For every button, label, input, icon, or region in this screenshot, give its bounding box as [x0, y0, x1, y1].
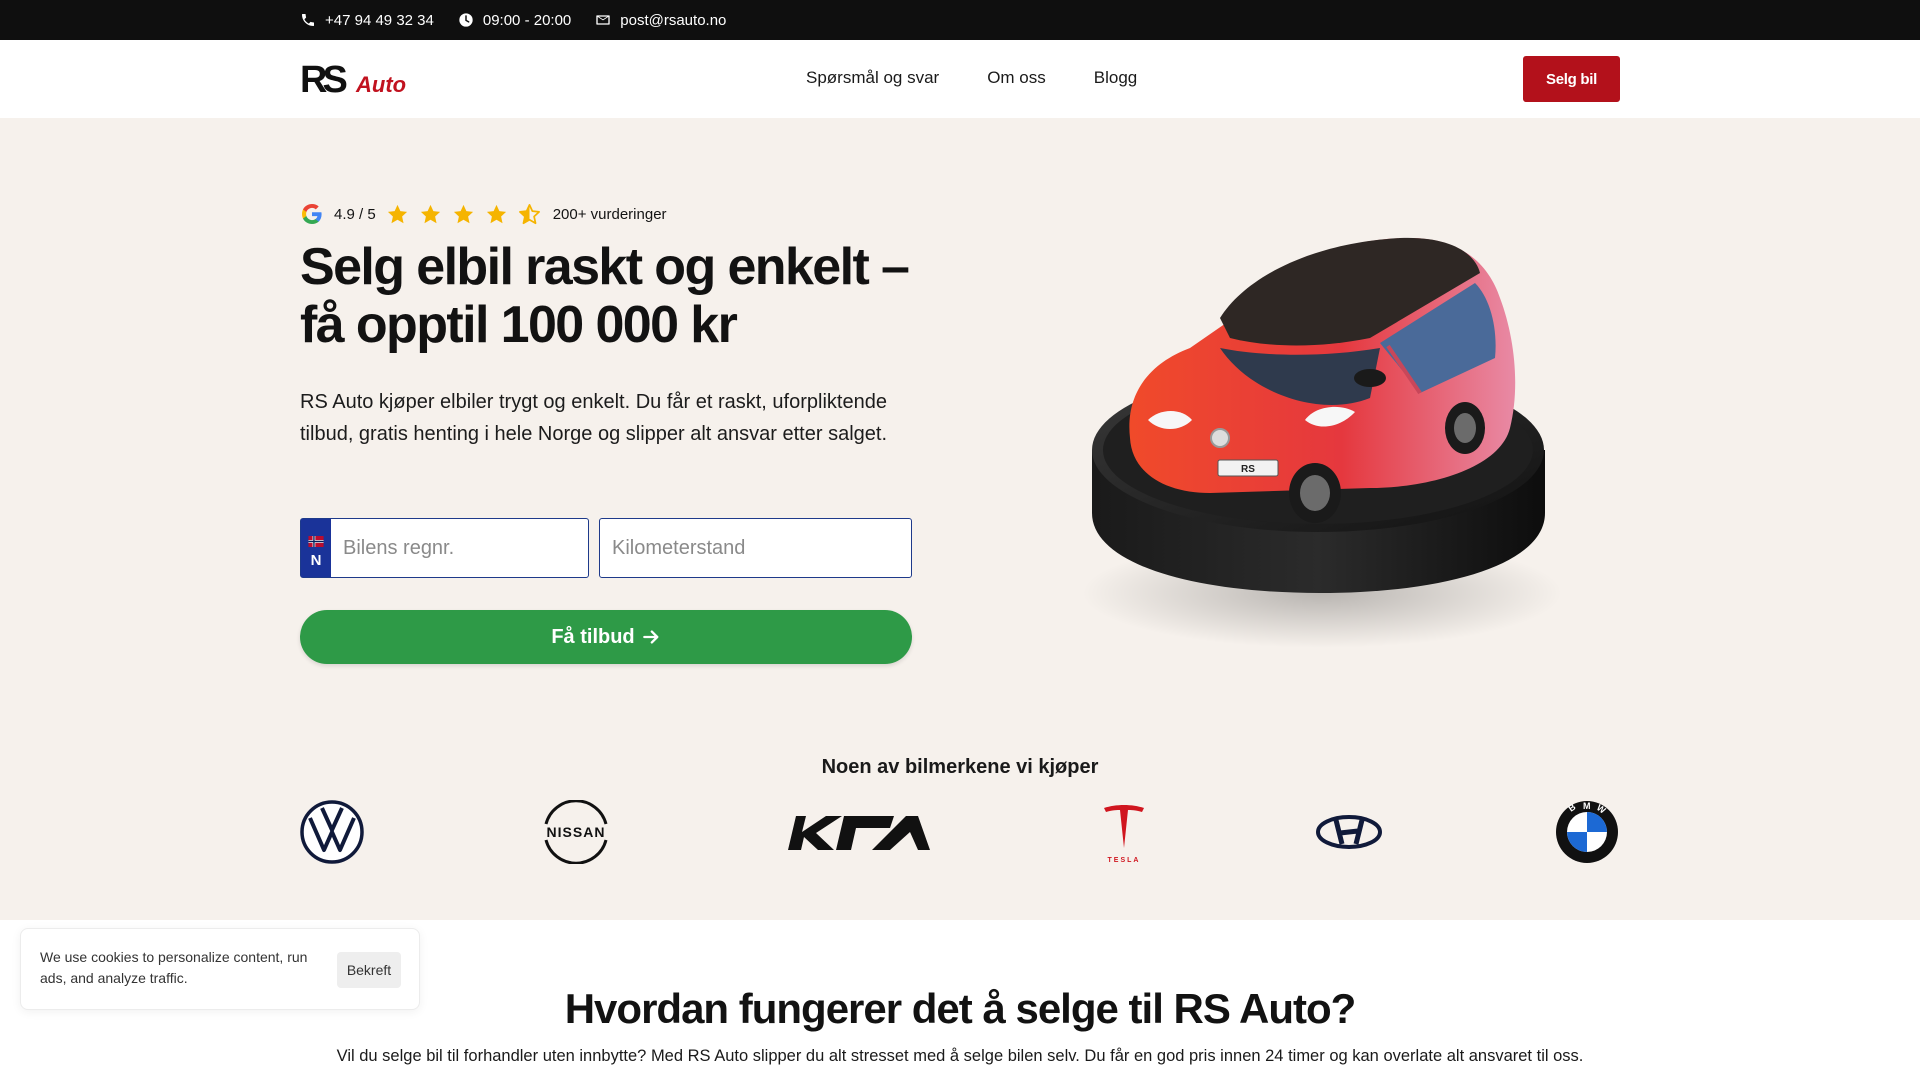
car-on-pedestal-image: RS	[1082, 237, 1562, 648]
nav-link-about[interactable]: Om oss	[987, 68, 1046, 88]
cookie-confirm-button[interactable]: Bekreft	[337, 952, 401, 988]
kia-logo	[788, 816, 930, 850]
hours-text: 09:00 - 20:00	[482, 11, 572, 29]
email-contact[interactable]: post@rsauto.no	[595, 12, 726, 29]
sell-car-button[interactable]: Selg bil	[1523, 56, 1620, 102]
clock-icon	[459, 13, 473, 27]
norway-plate-badge: N	[301, 519, 331, 577]
rating-count: 200+ vurderinger	[552, 205, 667, 223]
top-contact-bar: +47 94 49 32 34 09:00 - 20:00 post@rsaut…	[0, 0, 1920, 40]
star-icon	[486, 204, 506, 223]
svg-text:Auto: Auto	[355, 72, 406, 97]
arrow-right-icon	[642, 630, 659, 644]
opening-hours: 09:00 - 20:00	[458, 12, 571, 29]
star-icon	[453, 204, 473, 223]
hero-description: RS Auto kjøper elbiler trygt og enkelt. …	[300, 391, 888, 445]
main-header: RS Auto Spørsmål og svar Om oss Blogg Se…	[0, 40, 1920, 118]
rating-stars	[386, 203, 541, 226]
tesla-wordmark: TESLA	[1108, 857, 1141, 864]
bmw-logo: B M W	[1556, 801, 1618, 863]
nissan-wordmark: NISSAN	[547, 824, 606, 840]
get-offer-button[interactable]: Få tilbud	[300, 610, 912, 664]
norway-flag-icon	[308, 536, 324, 547]
hyundai-logo	[1316, 815, 1382, 849]
svg-text:RS: RS	[300, 59, 346, 99]
mail-icon	[596, 15, 610, 25]
registration-input[interactable]	[331, 519, 588, 577]
email-address: post@rsauto.no	[620, 11, 727, 29]
main-navigation: Spørsmål og svar Om oss Blogg	[806, 68, 1137, 88]
plate-country-letter: N	[310, 552, 322, 569]
rating-score: 4.9 / 5	[334, 205, 376, 223]
svg-text:RS: RS	[1241, 464, 1255, 475]
rs-auto-logo[interactable]: RS Auto	[300, 59, 416, 99]
get-offer-label: Få tilbud	[551, 625, 635, 648]
hero-section: 4.9 / 5 200+ vurderinger Selg elbil rask…	[0, 118, 1920, 920]
phone-contact[interactable]: +47 94 49 32 34	[300, 12, 434, 29]
volkswagen-logo	[300, 800, 364, 864]
brands-title: Noen av bilmerkene vi kjøper	[821, 756, 1099, 778]
cookie-text: We use cookies to personalize content, r…	[40, 949, 308, 986]
how-it-works-text: Vil du selge bil til forhandler uten inn…	[336, 1047, 1584, 1065]
registration-field: N	[300, 518, 589, 578]
half-star-icon	[518, 203, 540, 224]
bmw-letter-m: M	[1583, 801, 1591, 811]
google-rating: 4.9 / 5 200+ vurderinger	[300, 201, 667, 227]
cookie-banner: We use cookies to personalize content, r…	[20, 928, 420, 1010]
nav-link-faq[interactable]: Spørsmål og svar	[806, 68, 939, 88]
hero-headline: Selg elbil raskt og enkelt – få opptil 1…	[300, 238, 910, 354]
mileage-input[interactable]	[600, 519, 911, 577]
star-icon	[420, 204, 440, 223]
mileage-field	[599, 518, 912, 578]
nissan-logo: NISSAN	[544, 800, 608, 864]
phone-number: +47 94 49 32 34	[325, 11, 434, 29]
tesla-logo: TESLA	[1104, 805, 1144, 864]
nav-link-blog[interactable]: Blogg	[1094, 68, 1137, 88]
star-icon	[387, 204, 407, 223]
google-icon	[302, 204, 322, 224]
phone-icon	[302, 14, 314, 26]
